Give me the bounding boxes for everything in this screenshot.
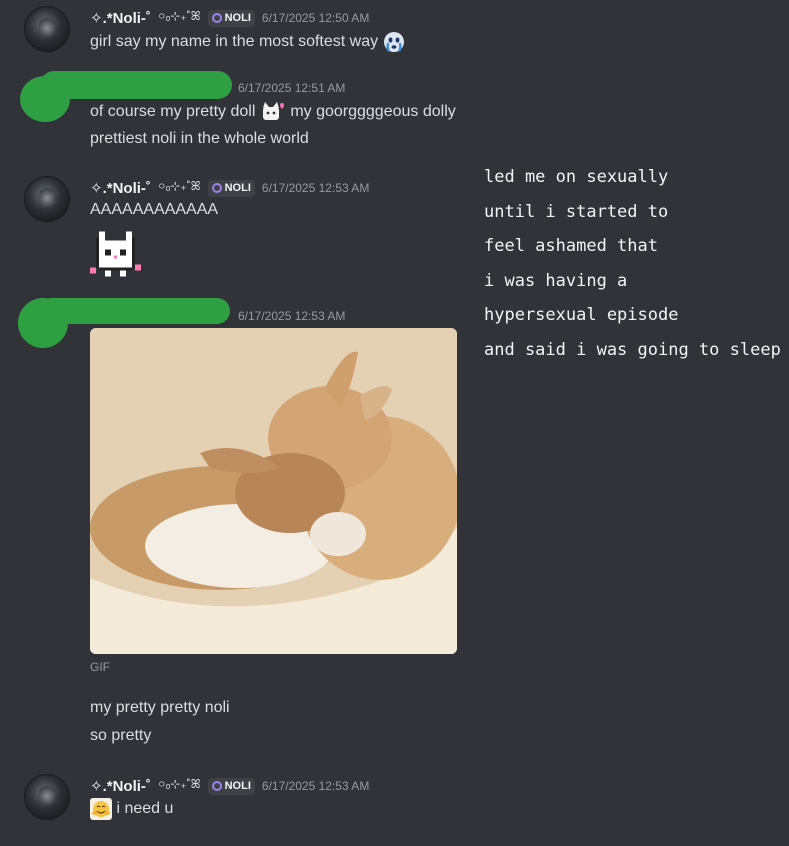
redacted-username — [40, 71, 232, 99]
gif-attachment[interactable] — [90, 328, 457, 654]
guild-tag[interactable]: NOLI — [207, 777, 255, 795]
guild-tag-label: NOLI — [224, 12, 251, 24]
message-line: prettiest noli in the whole world — [90, 130, 309, 147]
overlay-line: led me on sexually — [484, 167, 669, 187]
overlay-line: hypersexual episode — [484, 305, 679, 326]
message-line: my pretty pretty noli — [90, 699, 230, 716]
message-text: so pretty — [90, 727, 151, 745]
message-line: my goorggggeous dolly — [290, 103, 456, 121]
message-header: 6/17/2025 12:53 AM — [238, 309, 345, 323]
avatar[interactable] — [24, 6, 70, 52]
gif-label: GIF — [90, 660, 110, 674]
avatar[interactable] — [24, 176, 70, 222]
message-text: my pretty pretty noli — [90, 699, 230, 717]
username[interactable]: ✧.*Noli-˚ — [90, 9, 151, 27]
timestamp[interactable]: 6/17/2025 12:50 AM — [262, 11, 369, 25]
crying-face-emoji[interactable] — [383, 31, 405, 53]
message-text: prettiest noli in the whole world — [90, 130, 309, 148]
guild-tag-label: NOLI — [224, 780, 251, 792]
guild-tag-label: NOLI — [224, 182, 251, 194]
bunnies-image — [90, 328, 457, 654]
username-decoration: ০ₒ⊹₊˚ꕤ — [157, 777, 201, 791]
message-text: AAAAAAAAAAAA — [90, 201, 218, 219]
timestamp[interactable]: 6/17/2025 12:53 AM — [238, 309, 345, 323]
message-line: so pretty — [90, 727, 152, 744]
hugging-face-emoji[interactable] — [90, 798, 112, 820]
moon-icon — [211, 183, 222, 193]
avatar[interactable] — [24, 774, 70, 820]
message-line: of course my pretty doll — [90, 103, 256, 121]
overlay-line: and said i was going to sleep — [484, 339, 781, 360]
username-decoration: ০ₒ⊹₊˚ꕤ — [157, 9, 201, 23]
message-header: ✧.*Noli-˚ ০ₒ⊹₊˚ꕤ NOLI 6/17/2025 12:53 AM — [90, 776, 369, 796]
overlay-line: i was having a — [484, 270, 628, 291]
timestamp[interactable]: 6/17/2025 12:53 AM — [262, 779, 369, 793]
message-text: of course my pretty doll my goorggggeous… — [90, 101, 456, 123]
username-decoration: ০ₒ⊹₊˚ꕤ — [157, 179, 201, 193]
message-line: girl say my name in the most softest way — [90, 33, 379, 51]
timestamp[interactable]: 6/17/2025 12:53 AM — [262, 181, 369, 195]
guild-tag[interactable]: NOLI — [207, 9, 255, 27]
moon-icon — [211, 13, 222, 23]
message-text: girl say my name in the most softest way — [90, 31, 405, 53]
message-header: ✧.*Noli-˚ ০ₒ⊹₊˚ꕤ NOLI 6/17/2025 12:53 AM — [90, 178, 369, 198]
username[interactable]: ✧.*Noli-˚ — [90, 179, 151, 197]
guild-tag[interactable]: NOLI — [207, 179, 255, 197]
overlay-line: until i started to — [484, 201, 669, 222]
message-header: 6/17/2025 12:51 AM — [238, 81, 345, 95]
pixel-cat-sticker[interactable] — [90, 228, 144, 280]
message-text: i need u — [90, 798, 173, 820]
overlay-caption: led me on sexually until i started to fe… — [484, 160, 781, 368]
username[interactable]: ✧.*Noli-˚ — [90, 777, 151, 795]
redacted-username — [38, 298, 230, 324]
overlay-line: feel ashamed that — [484, 236, 658, 257]
cat-heart-emoji[interactable] — [260, 101, 286, 123]
message-line: AAAAAAAAAAAA — [90, 201, 219, 218]
message-line: i need u — [116, 800, 174, 818]
message-header: ✧.*Noli-˚ ০ₒ⊹₊˚ꕤ NOLI 6/17/2025 12:50 AM — [90, 8, 369, 28]
moon-icon — [211, 781, 222, 791]
timestamp[interactable]: 6/17/2025 12:51 AM — [238, 81, 345, 95]
